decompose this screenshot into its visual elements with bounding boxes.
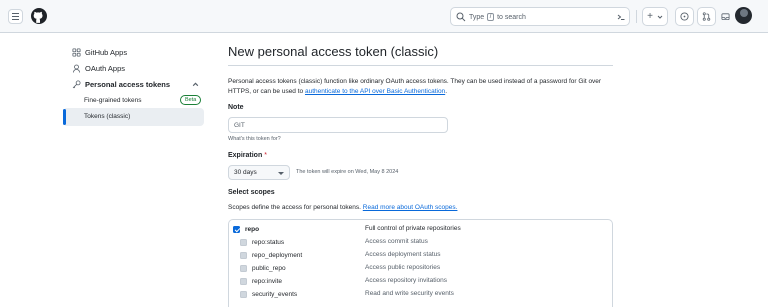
title-divider [228, 65, 613, 66]
issues-button[interactable] [675, 7, 694, 26]
note-label: Note [228, 104, 244, 111]
chevron-down-icon [278, 172, 284, 175]
create-new-button[interactable]: + [642, 7, 668, 26]
required-marker: * [264, 152, 267, 159]
scope-description: Access repository invitations [365, 277, 448, 284]
scope-name: repo [245, 225, 260, 233]
sidebar-item-label: OAuth Apps [85, 63, 126, 73]
scope-name: public_repo [252, 264, 286, 272]
scope-name: repo_deployment [252, 251, 303, 259]
description-end: . [445, 88, 447, 95]
scope-row-security-events[interactable]: security_events [240, 288, 297, 300]
scope-description: Full control of private repositories [365, 225, 461, 232]
chevron-down-icon [657, 15, 663, 19]
person-icon [72, 64, 81, 73]
scopes-description-text: Scopes define the access for personal to… [228, 204, 361, 211]
checkbox-checked-icon[interactable] [240, 238, 247, 246]
sidebar-subitem-fine-grained-tokens[interactable]: Fine-grained tokens [84, 97, 141, 104]
search-placeholder: Type / to search [469, 13, 526, 21]
checkbox-checked-icon[interactable] [233, 225, 240, 233]
beta-badge: Beta [180, 95, 202, 105]
sidebar-item-oauth-apps[interactable]: OAuth Apps [72, 61, 125, 75]
scope-description: Access public repositories [365, 264, 441, 271]
scope-row-repo-status[interactable]: repo:status [240, 236, 284, 248]
avatar[interactable] [735, 7, 752, 24]
search-icon [456, 12, 466, 22]
scope-row-repo-invite[interactable]: repo:invite [240, 275, 282, 287]
expiration-value: 30 days [234, 169, 257, 176]
page-title: New personal access token (classic) [228, 44, 439, 59]
git-pull-request-icon [702, 12, 711, 21]
note-input[interactable]: GIT [228, 117, 448, 133]
expiration-label: Expiration * [228, 152, 267, 159]
search-suffix: to search [497, 13, 526, 21]
expiration-note: The token will expire on Wed, May 8 2024 [296, 169, 399, 175]
sidebar-active-indicator [63, 109, 66, 125]
checkbox-checked-icon[interactable] [240, 290, 247, 298]
expiration-select[interactable]: 30 days [228, 165, 290, 180]
inbox-button[interactable] [718, 7, 732, 26]
scope-description: Read and write security events [365, 290, 454, 297]
apps-icon [72, 47, 81, 57]
issue-opened-icon [680, 12, 689, 21]
expiration-label-text: Expiration [228, 152, 263, 159]
scope-name: repo:status [252, 238, 285, 246]
sidebar-item-label: GitHub Apps [85, 47, 128, 57]
scope-description: Access commit status [365, 238, 428, 245]
checkbox-checked-icon[interactable] [240, 251, 247, 259]
key-icon [72, 79, 81, 88]
note-hint: What's this token for? [228, 136, 281, 142]
scope-name: security_events [252, 290, 298, 298]
scope-row-public-repo[interactable]: public_repo [240, 262, 286, 274]
chevron-up-icon[interactable] [192, 81, 199, 88]
plus-icon: + [647, 11, 653, 22]
inbox-icon [720, 13, 730, 21]
github-logo-icon[interactable] [31, 8, 47, 24]
scope-name: repo:invite [252, 277, 282, 285]
scope-description: Access deployment status [365, 251, 441, 258]
basic-auth-link[interactable]: authenticate to the API over Basic Authe… [305, 88, 445, 95]
sidebar-item-github-apps[interactable]: GitHub Apps [72, 45, 127, 59]
scope-row-repo-deployment[interactable]: repo_deployment [240, 249, 302, 261]
checkbox-checked-icon[interactable] [240, 264, 247, 272]
search-shortcut-key: / [487, 13, 495, 21]
page-description: Personal access tokens (classic) functio… [228, 77, 613, 97]
pull-requests-button[interactable] [697, 7, 716, 26]
sidebar-item-label: Personal access tokens [85, 79, 171, 89]
sidebar-item-personal-access-tokens[interactable]: Personal access tokens [72, 77, 170, 91]
scopes-description: Scopes define the access for personal to… [228, 204, 457, 211]
oauth-scopes-link[interactable]: Read more about OAuth scopes. [363, 204, 458, 211]
checkbox-checked-icon[interactable] [240, 277, 247, 285]
menu-icon[interactable] [8, 9, 23, 24]
sidebar-subitem-tokens-classic[interactable]: Tokens (classic) [84, 113, 130, 120]
command-palette-icon[interactable] [616, 12, 626, 22]
search-input[interactable]: Type / to search [450, 7, 630, 26]
search-prefix: Type [469, 13, 485, 21]
select-scopes-label: Select scopes [228, 189, 275, 196]
top-header: Type / to search + [0, 0, 768, 33]
scope-row-repo[interactable]: repo [233, 223, 259, 235]
header-divider [636, 10, 637, 23]
